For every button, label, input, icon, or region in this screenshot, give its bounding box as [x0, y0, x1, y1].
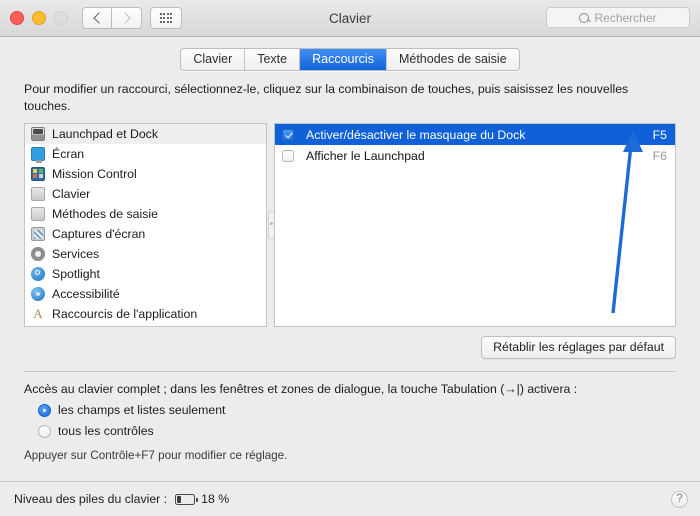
radio-label: les champs et listes seulement: [58, 403, 226, 417]
grid-icon: [159, 13, 173, 23]
category-label: Captures d'écran: [52, 227, 146, 241]
radio-button[interactable]: [38, 403, 51, 417]
accessibility-icon: ⚭: [31, 287, 45, 301]
app-shortcuts-icon: A: [33, 306, 43, 321]
shortcut-checkbox[interactable]: [282, 128, 294, 141]
shortcut-key[interactable]: F5: [653, 128, 667, 142]
category-row-services[interactable]: Services: [25, 244, 266, 264]
instructions-text: Pour modifier un raccourci, sélectionnez…: [24, 82, 629, 113]
search-placeholder: Rechercher: [594, 10, 657, 25]
back-arrow-icon: [92, 12, 105, 24]
tab-raccourcis[interactable]: Raccourcis: [300, 49, 387, 70]
reset-row: Rétablir les réglages par défaut: [0, 327, 700, 359]
category-label: Services: [52, 247, 100, 261]
forward-button[interactable]: [112, 7, 142, 29]
full-keyboard-access-section: Accès au clavier complet ; dans les fenê…: [0, 372, 700, 462]
traffic-lights: [10, 11, 68, 25]
category-row-launchpad-dock[interactable]: Launchpad et Dock: [25, 124, 266, 144]
category-label: Mission Control: [52, 167, 137, 181]
help-button[interactable]: ?: [671, 490, 688, 508]
full-keyboard-access-description: Accès au clavier complet ; dans les fenê…: [24, 382, 578, 396]
category-list[interactable]: Launchpad et Dock Écran Mission Control …: [24, 123, 267, 327]
category-row-spotlight[interactable]: Spotlight: [25, 264, 266, 284]
show-all-preferences-button[interactable]: [150, 7, 182, 29]
tab-bar: Clavier Texte Raccourcis Méthodes de sai…: [0, 37, 700, 81]
navigation-buttons: [82, 7, 142, 29]
screenshots-icon: [31, 227, 45, 241]
search-icon: [579, 12, 590, 23]
keyboard-access-hint: Appuyer sur Contrôle+F7 pour modifier ce…: [24, 449, 288, 462]
keyboard-preferences-window: Clavier Rechercher Clavier Texte Raccour…: [0, 0, 700, 516]
category-label: Accessibilité: [52, 287, 120, 301]
minimize-button[interactable]: [32, 11, 46, 25]
category-label: Écran: [52, 147, 85, 161]
shortcut-label: Activer/désactiver le masquage du Dock: [306, 127, 526, 142]
shortcuts-panels: Launchpad et Dock Écran Mission Control …: [0, 123, 700, 327]
keyboard-icon: [31, 187, 45, 201]
battery-percent: 18 %: [201, 492, 230, 506]
shortcut-key[interactable]: F6: [653, 149, 667, 163]
tab-texte[interactable]: Texte: [245, 49, 301, 70]
back-button[interactable]: [82, 7, 112, 29]
category-row-ecran[interactable]: Écran: [25, 144, 266, 164]
battery-label: Niveau des piles du clavier :: [14, 492, 168, 506]
radio-label: tous les contrôles: [58, 424, 154, 438]
tab-methodes-de-saisie[interactable]: Méthodes de saisie: [387, 49, 519, 70]
radio-option-fields-and-lists[interactable]: les champs et listes seulement: [24, 403, 676, 417]
shortcut-checkbox[interactable]: [282, 149, 294, 162]
panel-splitter[interactable]: [267, 123, 275, 327]
shortcut-row-dock-hiding[interactable]: Activer/désactiver le masquage du Dock F…: [275, 124, 675, 145]
search-field[interactable]: Rechercher: [546, 7, 690, 28]
restore-defaults-button[interactable]: Rétablir les réglages par défaut: [481, 336, 676, 359]
category-label: Raccourcis de l'application: [52, 307, 198, 321]
category-label: Spotlight: [52, 267, 100, 281]
category-row-raccourcis-application[interactable]: A Raccourcis de l'application: [25, 304, 266, 324]
category-row-accessibilite[interactable]: ⚭ Accessibilité: [25, 284, 266, 304]
launchpad-dock-icon: [31, 127, 45, 141]
shortcut-row-show-launchpad[interactable]: Afficher le Launchpad F6: [275, 145, 675, 166]
category-label: Clavier: [52, 187, 91, 201]
category-label: Launchpad et Dock: [52, 127, 158, 141]
radio-option-all-controls[interactable]: tous les contrôles: [24, 424, 676, 438]
category-label: Méthodes de saisie: [52, 207, 158, 221]
mission-control-icon: [31, 167, 45, 181]
category-row-mission-control[interactable]: Mission Control: [25, 164, 266, 184]
input-sources-icon: [31, 207, 45, 221]
display-icon: [31, 147, 45, 163]
services-gear-icon: [31, 247, 45, 261]
category-row-clavier[interactable]: Clavier: [25, 184, 266, 204]
forward-arrow-icon: [119, 12, 131, 24]
tab-clavier[interactable]: Clavier: [181, 49, 246, 70]
title-bar: Clavier Rechercher: [0, 0, 700, 37]
battery-fill: [177, 495, 182, 503]
spotlight-icon: [31, 267, 45, 281]
close-button[interactable]: [10, 11, 24, 25]
category-row-captures-ecran[interactable]: Captures d'écran: [25, 224, 266, 244]
shortcut-list[interactable]: Activer/désactiver le masquage du Dock F…: [274, 123, 676, 327]
shortcut-label: Afficher le Launchpad: [306, 148, 425, 163]
status-bar: Niveau des piles du clavier : 18 % ?: [0, 481, 700, 516]
zoom-button[interactable]: [54, 11, 68, 25]
category-row-methodes-de-saisie[interactable]: Méthodes de saisie: [25, 204, 266, 224]
radio-button[interactable]: [38, 424, 51, 438]
low-battery-icon: [175, 493, 198, 505]
